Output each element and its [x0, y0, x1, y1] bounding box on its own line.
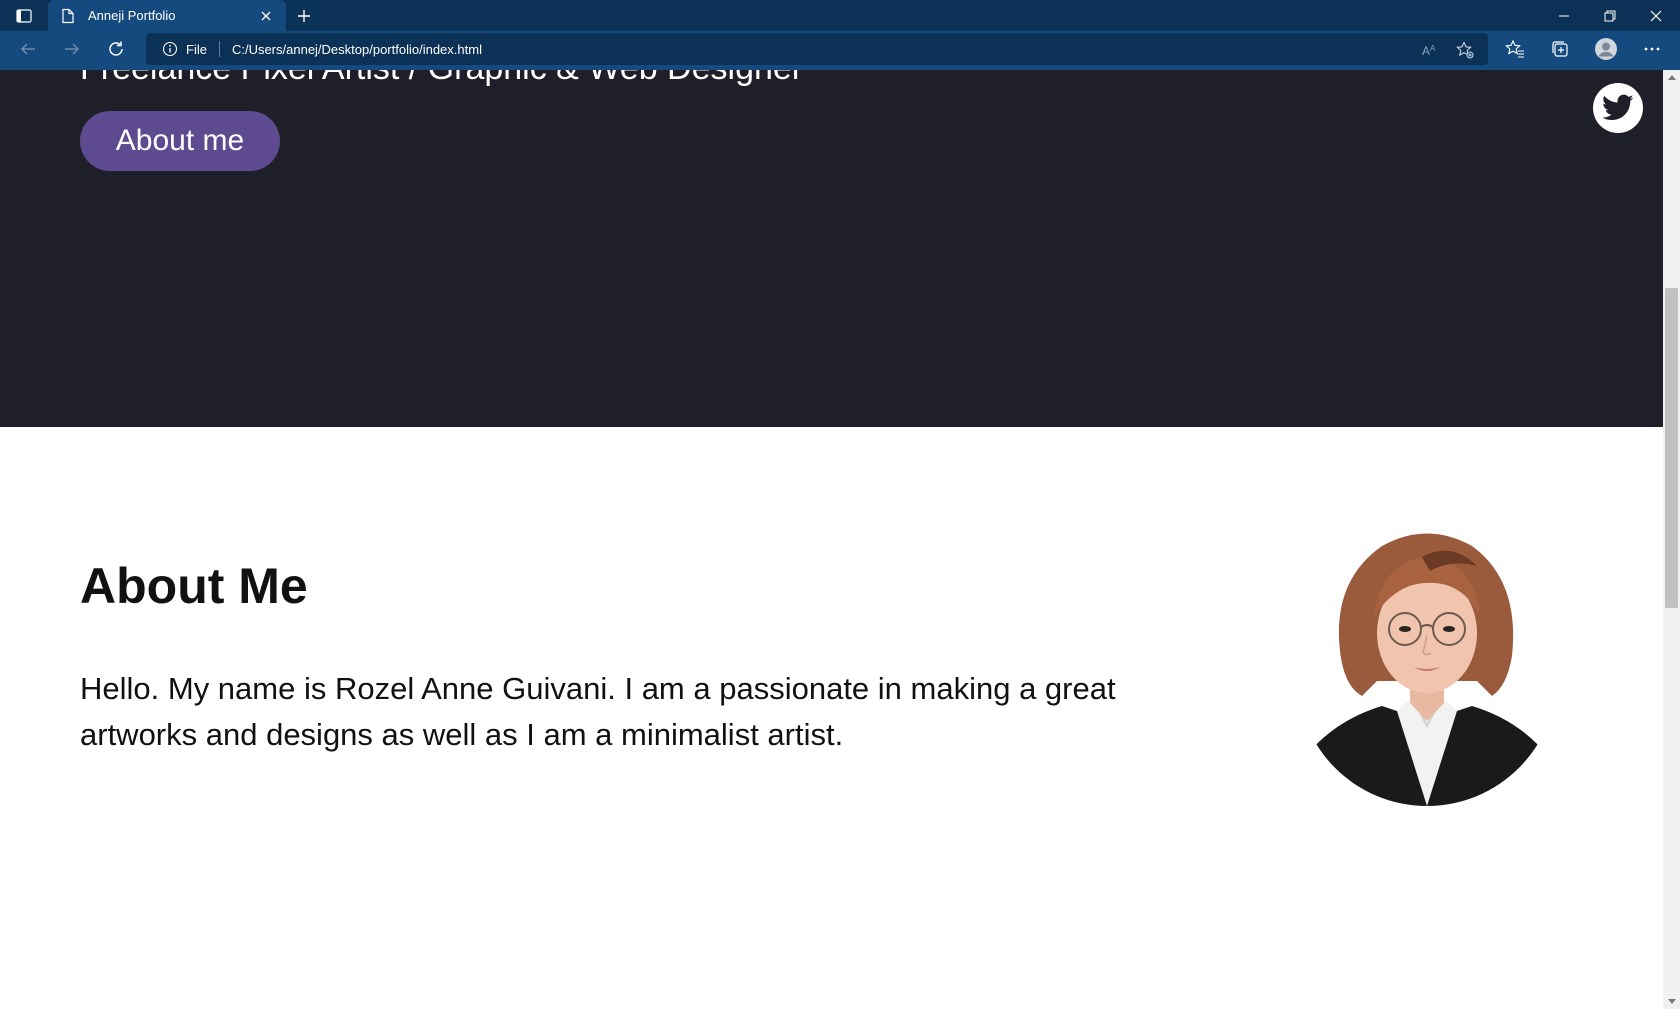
svg-text:A: A [1422, 44, 1430, 58]
browser-toolbar: File C:/Users/annej/Desktop/portfolio/in… [0, 31, 1680, 67]
info-icon[interactable] [162, 41, 178, 57]
hero-section: Freelance Pixel Artist / Graphic & Web D… [0, 70, 1663, 427]
profile-portrait [1302, 533, 1552, 806]
page-viewport: Freelance Pixel Artist / Graphic & Web D… [0, 70, 1663, 1009]
about-me-button[interactable]: About me [80, 111, 280, 171]
minimize-icon[interactable] [1541, 0, 1587, 31]
back-arrow-icon[interactable] [14, 35, 42, 63]
twitter-button[interactable] [1593, 83, 1643, 133]
refresh-icon[interactable] [102, 35, 130, 63]
forward-arrow-icon[interactable] [58, 35, 86, 63]
twitter-icon [1602, 94, 1634, 120]
page-icon [60, 8, 76, 24]
url-text[interactable]: C:/Users/annej/Desktop/portfolio/index.h… [232, 42, 482, 57]
about-title: About Me [80, 558, 308, 614]
plus-icon[interactable] [294, 6, 314, 26]
scrollbar-thumb[interactable] [1665, 288, 1678, 608]
favorites-icon[interactable] [1503, 37, 1527, 61]
close-window-icon[interactable] [1633, 0, 1679, 31]
restore-icon[interactable] [1587, 0, 1633, 31]
address-scheme: File [186, 41, 207, 57]
scroll-down-icon[interactable] [1663, 995, 1680, 1009]
close-icon[interactable] [258, 8, 274, 24]
more-icon[interactable] [1640, 37, 1664, 61]
address-bar[interactable]: File C:/Users/annej/Desktop/portfolio/in… [146, 33, 1488, 65]
profile-icon[interactable] [1594, 37, 1618, 61]
add-favorite-icon[interactable] [1456, 41, 1474, 59]
tab-actions-icon[interactable] [10, 7, 38, 25]
browser-tab-active[interactable]: Anneji Portfolio [48, 0, 286, 31]
collections-icon[interactable] [1548, 37, 1572, 61]
tab-title: Anneji Portfolio [88, 8, 176, 23]
svg-text:A: A [1430, 44, 1436, 53]
address-divider [218, 41, 220, 57]
browser-titlebar: Anneji Portfolio [0, 0, 1680, 31]
hero-subtitle: Freelance Pixel Artist / Graphic & Web D… [80, 70, 803, 90]
page-scrollbar[interactable] [1663, 70, 1680, 1009]
about-paragraph: Hello. My name is Rozel Anne Guivani. I … [80, 671, 1116, 752]
read-aloud-icon[interactable]: AA [1421, 41, 1439, 59]
scroll-up-icon[interactable] [1663, 70, 1680, 84]
